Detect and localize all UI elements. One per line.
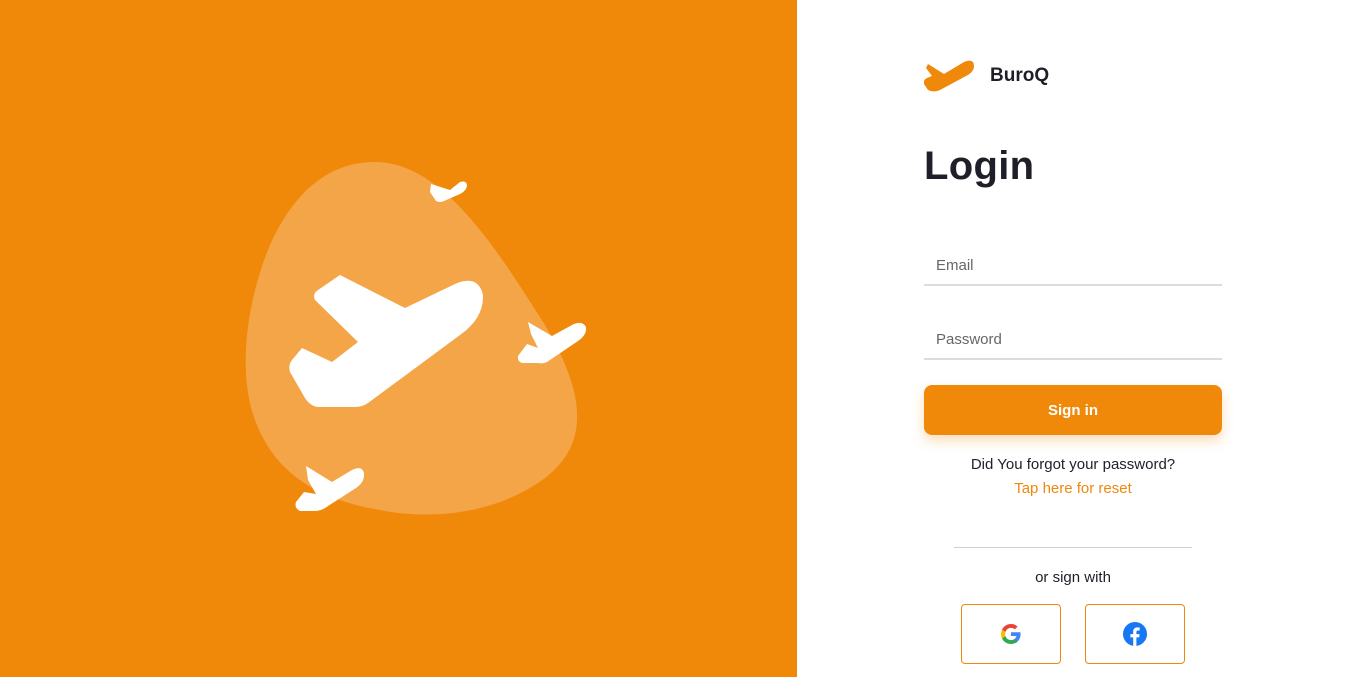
google-sign-in-button[interactable] <box>961 604 1061 664</box>
facebook-sign-in-button[interactable] <box>1085 604 1185 664</box>
illustration <box>245 162 587 515</box>
reset-password-link[interactable]: Tap here for reset <box>924 480 1222 497</box>
login-panel: BuroQ Login Sign in Did You forgot your … <box>797 0 1348 677</box>
forgot-password-text: Did You forgot your password? <box>970 456 1176 473</box>
brand-name: BuroQ <box>990 65 1050 86</box>
small-airplane-icon-top <box>430 181 467 202</box>
page-title: Login <box>924 144 1035 188</box>
divider <box>954 547 1192 548</box>
or-sign-with-text: or sign with <box>1035 569 1111 586</box>
airplane-icon <box>924 60 974 92</box>
facebook-icon <box>1123 622 1147 646</box>
password-field[interactable] <box>924 320 1222 360</box>
email-field[interactable] <box>924 246 1222 286</box>
brand: BuroQ <box>924 56 1049 96</box>
sign-in-button[interactable]: Sign in <box>924 385 1222 435</box>
google-icon <box>1001 624 1021 644</box>
illustration-panel <box>0 0 797 677</box>
